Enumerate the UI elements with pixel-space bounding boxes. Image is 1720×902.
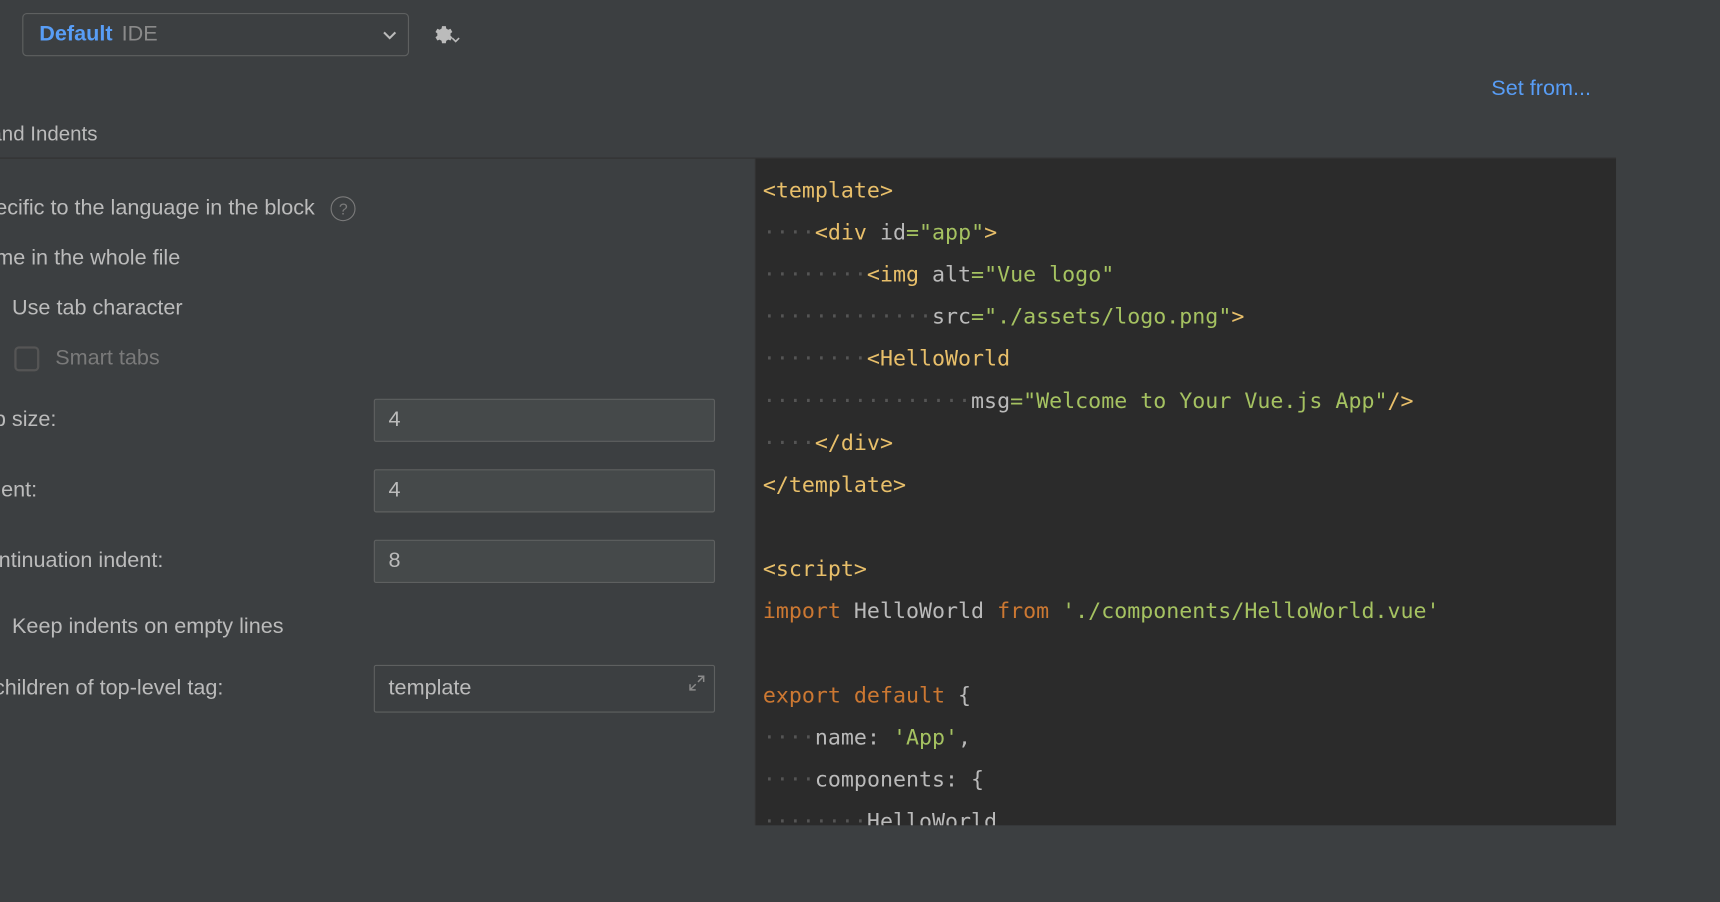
- indent-input[interactable]: [374, 469, 715, 512]
- continuation-indent-label: Continuation indent:: [0, 549, 358, 574]
- indent-children-label: Indent children of top-level tag:: [0, 676, 358, 701]
- scheme-dropdown[interactable]: Default IDE: [22, 13, 409, 56]
- scheme-suffix: IDE: [122, 22, 158, 47]
- checkbox-use-tab-label: Use tab character: [12, 296, 183, 321]
- checkbox-smart-tabs: [14, 346, 39, 371]
- radio-same-label: Same in the whole file: [0, 246, 180, 271]
- indent-label: Indent:: [0, 478, 358, 503]
- gear-icon[interactable]: [429, 19, 461, 51]
- scheme-label: Scheme:: [0, 22, 2, 47]
- help-icon[interactable]: ?: [331, 196, 356, 221]
- tab-size-input[interactable]: [374, 399, 715, 442]
- checkbox-smart-tabs-label: Smart tabs: [55, 346, 160, 371]
- chevron-down-icon: [383, 25, 397, 44]
- continuation-indent-input[interactable]: [374, 540, 715, 583]
- tab-tabs-and-indents[interactable]: Tabs and Indents: [0, 111, 1616, 158]
- tab-size-label: Tab size:: [0, 408, 358, 433]
- radio-specific-label: Specific to the language in the block: [0, 196, 315, 221]
- set-from-link[interactable]: Set from...: [1491, 77, 1591, 102]
- settings-form: Specific to the language in the block ? …: [0, 159, 756, 826]
- scheme-value: Default: [39, 22, 112, 47]
- indent-children-field[interactable]: template: [374, 665, 715, 713]
- code-preview: <template> ····<div id="app"> ········<i…: [756, 159, 1616, 826]
- indent-children-value: template: [389, 676, 472, 701]
- expand-icon[interactable]: [689, 673, 705, 698]
- checkbox-keep-indents-label: Keep indents on empty lines: [12, 615, 284, 640]
